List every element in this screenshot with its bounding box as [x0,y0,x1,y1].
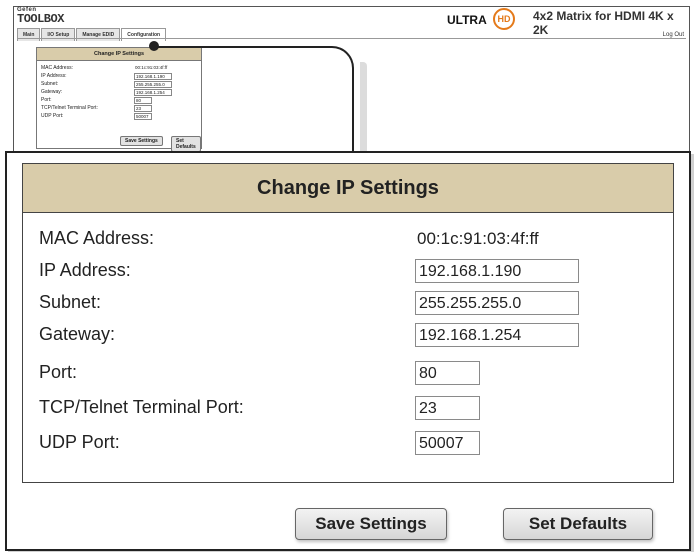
mini-label-ip: IP Address: [41,73,67,79]
subnet-input[interactable]: 255.255.255.0 [415,291,579,315]
ip-settings-panel: Change IP Settings MAC Address: 00:1c:91… [22,163,674,483]
callout-connector-line [157,46,354,153]
mini-label-mac: MAC Address: [41,65,73,71]
logout-link[interactable]: Log Out [663,32,684,38]
mini-input-telnet[interactable]: 23 [134,105,152,112]
value-mac-address: 00:1c:91:03:4f:ff [417,229,539,248]
udp-port-input[interactable]: 50007 [415,431,480,455]
label-mac-address: MAC Address: [39,228,155,248]
tab-configuration[interactable]: Configuration [121,28,167,41]
mini-tab-bar: Main I/O Setup Manage EDID Configuration [17,28,167,41]
mini-label-port: Port: [41,97,52,103]
ultra-logo-text: ULTRA [447,13,487,27]
mini-label-udp: UDP Port: [41,113,64,119]
panel-title: Change IP Settings [23,164,673,213]
telnet-port-input[interactable]: 23 [415,396,480,420]
label-udp-port: UDP Port: [39,432,120,452]
mini-input-port[interactable]: 80 [134,97,152,104]
label-telnet-port: TCP/Telnet Terminal Port: [39,397,244,417]
tab-manage-edid[interactable]: Manage EDID [76,28,121,41]
label-subnet: Subnet: [39,292,102,312]
mini-label-subnet: Subnet: [41,81,59,87]
port-input[interactable]: 80 [415,361,480,385]
brand-logo: TOOLBOX [17,12,64,26]
zoomed-view: Change IP Settings MAC Address: 00:1c:91… [5,151,691,551]
tab-main[interactable]: Main [17,28,41,41]
hd-badge-icon: HD [493,8,515,30]
gateway-input[interactable]: 192.168.1.254 [415,323,579,347]
label-ip-address: IP Address: [39,260,131,280]
callout-dot-icon [149,41,159,51]
tab-io-setup[interactable]: I/O Setup [41,28,76,41]
label-port: Port: [39,362,78,382]
save-settings-button[interactable]: Save Settings [295,508,447,540]
label-gateway: Gateway: [39,324,116,344]
callout-shadow [360,62,367,151]
tab-divider [17,38,686,39]
set-defaults-button[interactable]: Set Defaults [503,508,653,540]
mini-input-udp[interactable]: 50007 [134,113,152,120]
mini-label-telnet: TCP/Telnet Terminal Port: [41,105,98,111]
mini-label-gateway: Gateway: [41,89,63,95]
ip-address-input[interactable]: 192.168.1.190 [415,259,579,283]
